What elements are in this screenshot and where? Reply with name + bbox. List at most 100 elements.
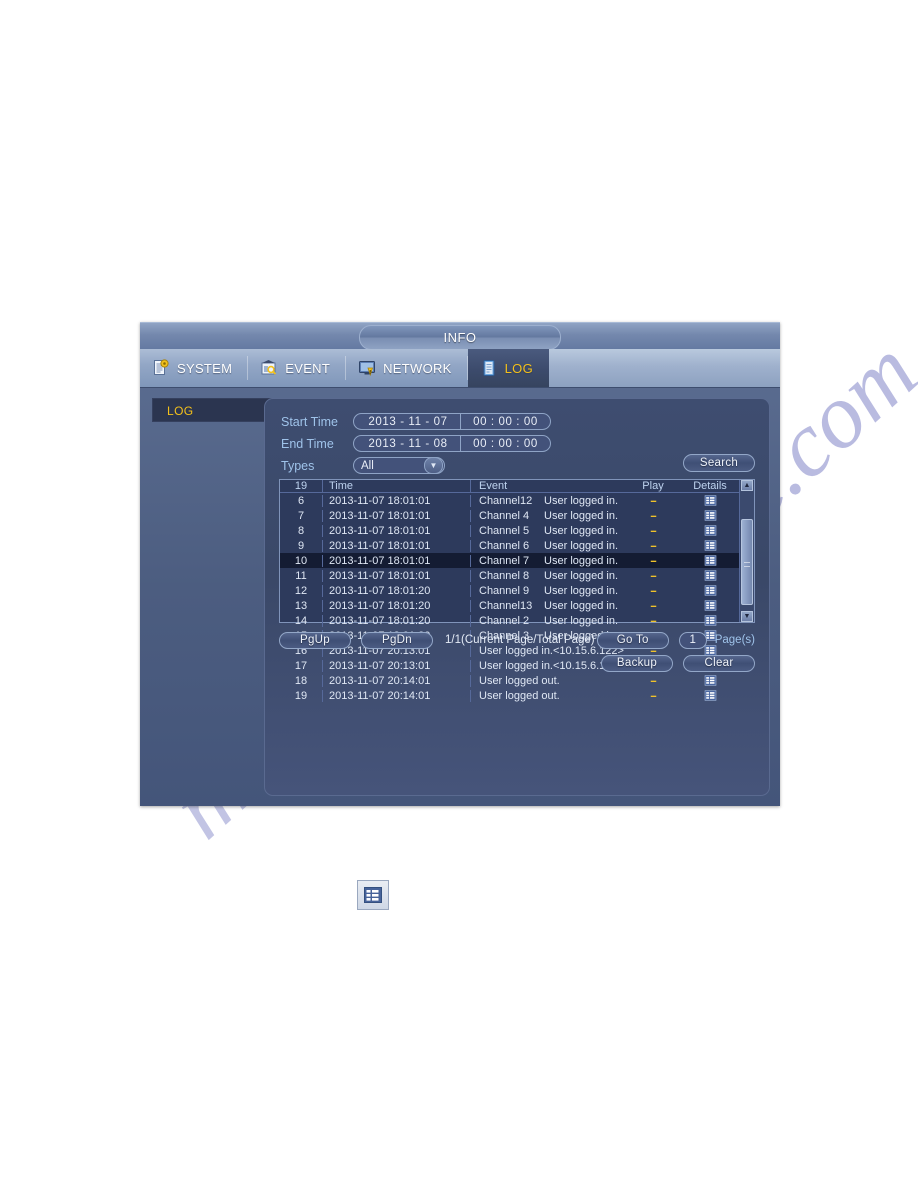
sidebar-item-log[interactable]: LOG (152, 398, 272, 422)
row-time: 2013-11-07 18:01:01 (322, 539, 470, 552)
row-play[interactable]: -- (625, 510, 681, 522)
details-list-icon[interactable] (704, 510, 717, 521)
row-play[interactable]: -- (625, 600, 681, 612)
page-number-input[interactable]: 1 (678, 631, 707, 649)
row-play[interactable]: -- (625, 555, 681, 567)
details-list-icon[interactable] (704, 495, 717, 506)
details-list-icon[interactable] (704, 555, 717, 566)
chevron-down-icon[interactable]: ▼ (424, 457, 443, 474)
log-table-inner: 19 Time Event Play Details 6 2013-11-07 1… (280, 480, 739, 702)
pgdn-button[interactable]: PgDn (361, 631, 433, 649)
row-time: 2013-11-07 18:01:01 (322, 554, 470, 567)
start-time-field[interactable]: 2013 - 11 - 07 00 : 00 : 00 (353, 413, 551, 430)
details-list-icon[interactable] (704, 585, 717, 596)
row-channel: Channel 6 (479, 539, 530, 552)
row-time: 2013-11-07 18:01:01 (322, 569, 470, 582)
row-event: Channel12 User logged in. (470, 494, 625, 507)
row-details-button[interactable] (681, 570, 739, 581)
row-event: Channel 2 User logged in. (470, 614, 625, 627)
dialog-body: LOG Start Time 2013 - 11 - 07 00 : 00 : … (140, 388, 780, 808)
row-play[interactable]: -- (625, 495, 681, 507)
row-details-button[interactable] (681, 510, 739, 521)
details-list-glyph (364, 887, 382, 903)
row-details-button[interactable] (681, 525, 739, 536)
pgup-button[interactable]: PgUp (279, 631, 351, 649)
end-date-value: 2013 - 11 - 08 (368, 437, 448, 450)
types-select[interactable]: All ▼ (353, 457, 445, 474)
tab-system-label: SYSTEM (177, 360, 233, 376)
row-details-button[interactable] (681, 690, 739, 701)
row-time: 2013-11-07 18:01:20 (322, 599, 470, 612)
details-list-icon[interactable] (704, 690, 717, 701)
table-row[interactable]: 19 2013-11-07 20:14:01 User logged out. -- (280, 688, 739, 703)
row-index: 9 (297, 539, 305, 552)
tab-network[interactable]: NETWORK (346, 349, 468, 387)
row-channel: Channel 7 (479, 554, 530, 567)
details-list-icon[interactable] (704, 600, 717, 611)
header-details: Details (693, 480, 727, 492)
header-index: 19 (294, 480, 308, 492)
table-row[interactable]: 13 2013-11-07 18:01:20 Channel13 User logg… (280, 598, 739, 613)
row-details-button[interactable] (681, 555, 739, 566)
tab-event[interactable]: EVENT (248, 349, 346, 387)
types-value: All (361, 459, 374, 472)
header-time: Time (322, 480, 470, 492)
clear-button[interactable]: Clear (683, 654, 755, 672)
details-list-icon[interactable] (704, 540, 717, 551)
table-row[interactable]: 9 2013-11-07 18:01:01 Channel 6 User logge… (280, 538, 739, 553)
row-play[interactable]: -- (625, 690, 681, 702)
row-play[interactable]: -- (625, 540, 681, 552)
row-play[interactable]: -- (625, 525, 681, 537)
row-index: 12 (294, 584, 308, 597)
search-button[interactable]: Search (683, 454, 755, 472)
log-table: 19 Time Event Play Details 6 2013-11-07 1… (279, 479, 755, 702)
document-gear-icon (152, 359, 170, 377)
details-list-icon[interactable] (704, 615, 717, 626)
row-play[interactable]: -- (625, 570, 681, 582)
row-details-button[interactable] (681, 495, 739, 506)
row-event: Channel13 User logged in. (470, 599, 625, 612)
row-index: 14 (294, 614, 308, 627)
row-time: 2013-11-07 18:01:20 (322, 614, 470, 627)
table-row[interactable]: 10 2013-11-07 18:01:01 Channel 7 User logg… (280, 553, 739, 568)
tabbar-filler (549, 349, 780, 387)
row-play[interactable]: -- (625, 585, 681, 597)
row-details-button[interactable] (681, 540, 739, 551)
scroll-down-arrow-icon[interactable]: ▼ (741, 611, 753, 622)
table-row[interactable]: 8 2013-11-07 18:01:01 Channel 5 User logge… (280, 523, 739, 538)
header-event: Event (470, 480, 625, 492)
scroll-up-arrow-icon[interactable]: ▲ (741, 480, 753, 491)
table-row[interactable]: 12 2013-11-07 18:01:20 Channel 9 User logg… (280, 583, 739, 598)
sidebar-item-log-label: LOG (167, 404, 194, 418)
row-time: 2013-11-07 20:14:01 (322, 689, 470, 702)
table-row[interactable]: 14 2013-11-07 18:01:20 Channel 2 User logg… (280, 613, 739, 628)
details-list-icon[interactable] (704, 570, 717, 581)
start-date-value: 2013 - 11 - 07 (368, 415, 448, 428)
end-time-field[interactable]: 2013 - 11 - 08 00 : 00 : 00 (353, 435, 551, 452)
row-play[interactable]: -- (625, 615, 681, 627)
row-time: 2013-11-07 18:01:01 (322, 509, 470, 522)
table-scrollbar[interactable]: ▲ ▼ (739, 480, 754, 622)
scrollbar-thumb[interactable] (741, 519, 753, 605)
footer-row-2: Backup Clear (279, 654, 755, 672)
row-details-button[interactable] (681, 600, 739, 611)
table-row[interactable]: 11 2013-11-07 18:01:01 Channel 8 User logg… (280, 568, 739, 583)
row-time: 2013-11-07 18:01:01 (322, 494, 470, 507)
backup-button[interactable]: Backup (601, 654, 673, 672)
row-channel: Channel 5 (479, 524, 530, 537)
row-index: 13 (294, 599, 308, 612)
row-details-button[interactable] (681, 585, 739, 596)
row-event: Channel 7 User logged in. (470, 554, 625, 567)
row-event: Channel 4 User logged in. (470, 509, 625, 522)
goto-button[interactable]: Go To (596, 631, 669, 649)
event-search-icon (260, 359, 278, 377)
row-index: 7 (297, 509, 305, 522)
scrollbar-track[interactable] (740, 491, 754, 611)
tab-log[interactable]: LOG (467, 349, 550, 387)
table-row[interactable]: 6 2013-11-07 18:01:01 Channel12 User logge… (280, 493, 739, 508)
details-list-icon[interactable] (704, 525, 717, 536)
tab-system[interactable]: SYSTEM (140, 349, 249, 387)
row-details-button[interactable] (681, 615, 739, 626)
table-row[interactable]: 7 2013-11-07 18:01:01 Channel 4 User logge… (280, 508, 739, 523)
row-channel: Channel12 (479, 494, 533, 507)
